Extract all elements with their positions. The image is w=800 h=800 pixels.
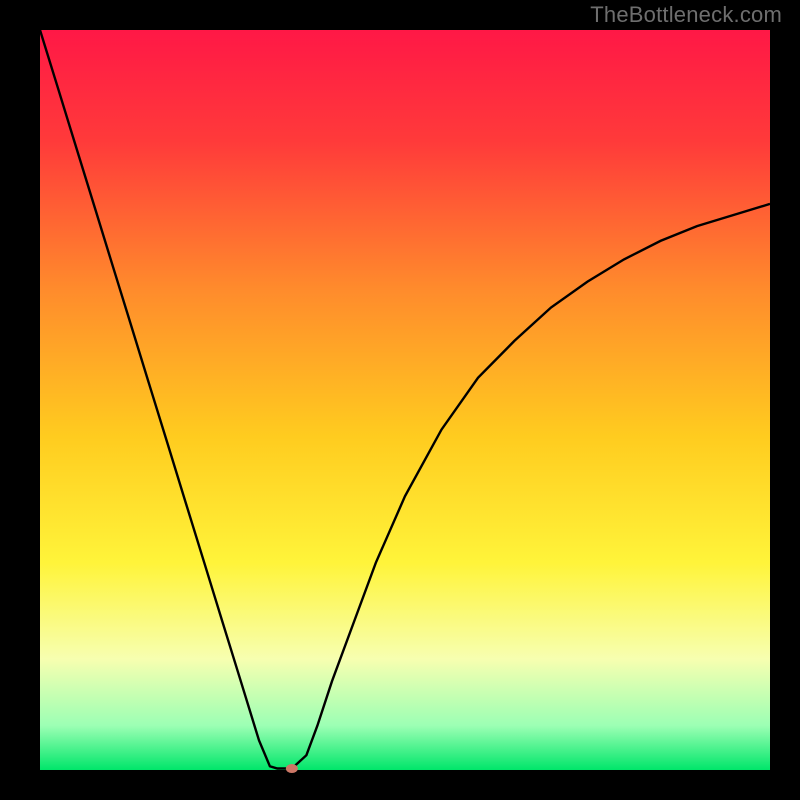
optimal-point-marker <box>286 764 298 773</box>
bottleneck-chart <box>0 0 800 800</box>
watermark-text: TheBottleneck.com <box>590 2 782 28</box>
gradient-background <box>40 30 770 770</box>
chart-frame: TheBottleneck.com <box>0 0 800 800</box>
